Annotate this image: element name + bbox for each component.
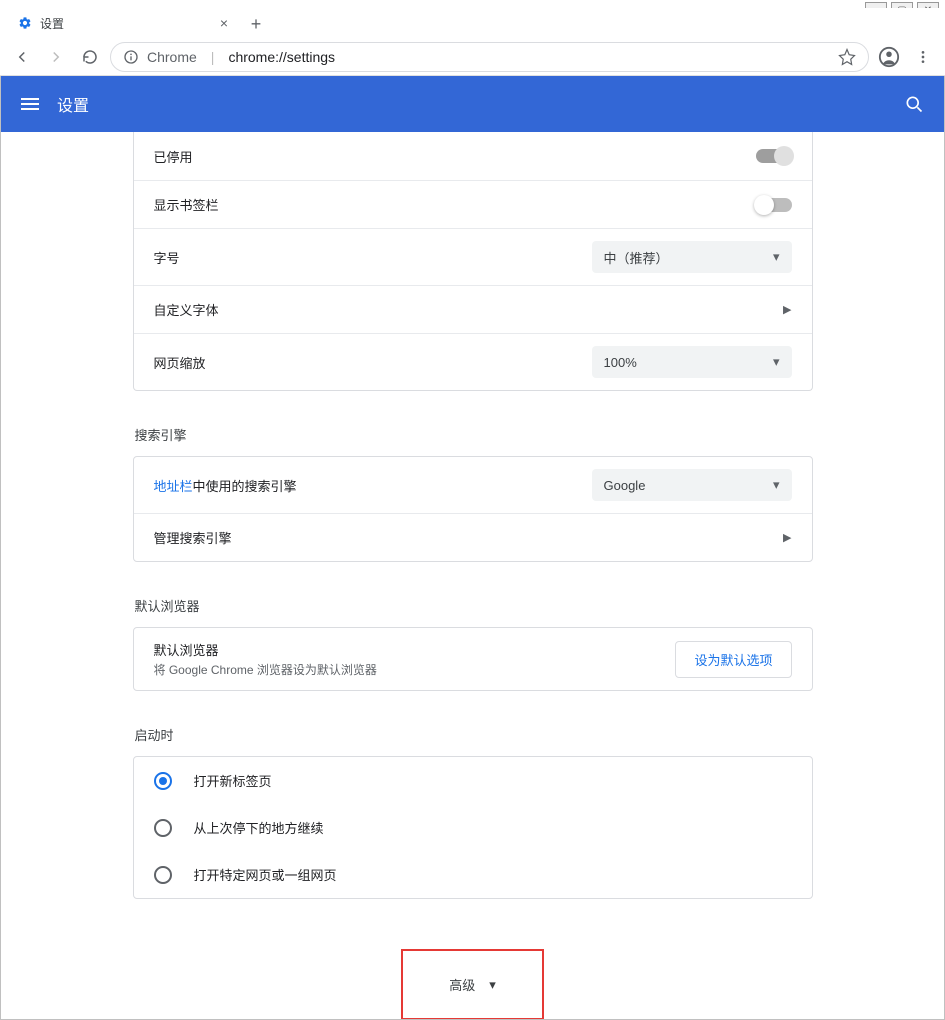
advanced-label: 高级 [449, 975, 475, 994]
highlight-annotation: 高级 ▾ [401, 949, 544, 1019]
row-subtitle: 将 Google Chrome 浏览器设为默认浏览器 [154, 661, 676, 678]
url-separator: | [211, 49, 215, 65]
close-tab-icon[interactable]: × [220, 15, 228, 31]
settings-title: 设置 [57, 92, 89, 116]
bookmark-star-icon[interactable] [838, 48, 856, 66]
search-engine-select[interactable]: Google ▾ [592, 469, 792, 501]
browser-toolbar: Chrome | chrome://settings [0, 38, 945, 76]
settings-header: 设置 [1, 76, 944, 132]
advanced-section: 高级 ▾ [133, 949, 813, 1019]
page-zoom-select[interactable]: 100% ▾ [592, 346, 792, 378]
menu-icon[interactable] [909, 43, 937, 71]
caret-down-icon: ▾ [773, 249, 780, 265]
row-custom-fonts[interactable]: 自定义字体 ▶ [134, 285, 812, 333]
settings-body[interactable]: 已停用 显示书签栏 字号 中（推荐） ▾ 自定义字体 ▶ [1, 132, 944, 1019]
row-page-zoom: 网页缩放 100% ▾ [134, 333, 812, 390]
section-search-engine: 搜索引擎 [133, 425, 813, 444]
row-label: 自定义字体 [154, 300, 784, 319]
window-titlebar: ─ ▢ ✕ [0, 0, 945, 8]
radio-icon[interactable] [154, 866, 172, 884]
font-size-select[interactable]: 中（推荐） ▾ [592, 241, 792, 273]
row-label: 显示书签栏 [154, 195, 756, 214]
row-title: 默认浏览器 [154, 640, 676, 659]
default-browser-card: 默认浏览器 将 Google Chrome 浏览器设为默认浏览器 设为默认选项 [133, 627, 813, 691]
caret-down-icon: ▾ [773, 477, 780, 493]
select-value: 中（推荐） [604, 248, 669, 267]
back-button[interactable] [8, 43, 36, 71]
caret-down-icon: ▾ [489, 977, 496, 993]
gear-icon [18, 16, 32, 30]
url-host: Chrome [147, 49, 197, 65]
row-label: 字号 [154, 248, 592, 267]
radio-label: 打开新标签页 [194, 771, 272, 790]
set-default-browser-button[interactable]: 设为默认选项 [675, 641, 791, 678]
address-bar[interactable]: Chrome | chrome://settings [110, 42, 869, 72]
url-path: chrome://settings [228, 49, 335, 65]
arrow-right-icon: ▶ [783, 531, 791, 544]
menu-hamburger-icon[interactable] [21, 98, 39, 110]
row-manage-search-engines[interactable]: 管理搜索引擎 ▶ [134, 513, 812, 561]
appearance-card: 已停用 显示书签栏 字号 中（推荐） ▾ 自定义字体 ▶ [133, 132, 813, 391]
startup-option-specific[interactable]: 打开特定网页或一组网页 [134, 851, 812, 898]
caret-down-icon: ▾ [773, 354, 780, 370]
address-bar-link[interactable]: 地址栏 [154, 479, 193, 494]
startup-card: 打开新标签页 从上次停下的地方继续 打开特定网页或一组网页 [133, 756, 813, 899]
reload-button[interactable] [76, 43, 104, 71]
search-engine-card: 地址栏中使用的搜索引擎 Google ▾ 管理搜索引擎 ▶ [133, 456, 813, 562]
row-default-browser: 默认浏览器 将 Google Chrome 浏览器设为默认浏览器 设为默认选项 [134, 628, 812, 690]
content-frame: 设置 已停用 显示书签栏 字号 中（推荐） ▾ [0, 76, 945, 1020]
row-show-bookmarks: 显示书签栏 [134, 180, 812, 228]
advanced-toggle-button[interactable]: 高级 ▾ [431, 965, 514, 1004]
radio-label: 打开特定网页或一组网页 [194, 865, 337, 884]
row-font-size: 字号 中（推荐） ▾ [134, 228, 812, 285]
startup-option-continue[interactable]: 从上次停下的地方继续 [134, 804, 812, 851]
radio-label: 从上次停下的地方继续 [194, 818, 324, 837]
section-default-browser: 默认浏览器 [133, 596, 813, 615]
tab-title: 设置 [40, 15, 64, 32]
row-label: 地址栏中使用的搜索引擎 [154, 476, 592, 495]
arrow-right-icon: ▶ [783, 303, 791, 316]
search-icon[interactable] [904, 94, 924, 114]
row-disabled: 已停用 [134, 132, 812, 180]
toggle-disabled [756, 149, 792, 163]
section-on-startup: 启动时 [133, 725, 813, 744]
profile-icon[interactable] [875, 43, 903, 71]
forward-button[interactable] [42, 43, 70, 71]
row-label: 已停用 [154, 147, 756, 166]
radio-icon[interactable] [154, 819, 172, 837]
browser-tab-settings[interactable]: 设置 × [8, 8, 238, 38]
row-label: 网页缩放 [154, 353, 592, 372]
new-tab-button[interactable]: + [242, 10, 270, 38]
select-value: 100% [604, 355, 637, 370]
row-label: 管理搜索引擎 [154, 528, 784, 547]
toggle-bookmarks-bar[interactable] [756, 198, 792, 212]
row-search-engine: 地址栏中使用的搜索引擎 Google ▾ [134, 457, 812, 513]
radio-icon[interactable] [154, 772, 172, 790]
select-value: Google [604, 478, 646, 493]
startup-option-newtab[interactable]: 打开新标签页 [134, 757, 812, 804]
tab-strip: 设置 × + [0, 8, 945, 38]
site-info-icon[interactable] [123, 49, 139, 65]
